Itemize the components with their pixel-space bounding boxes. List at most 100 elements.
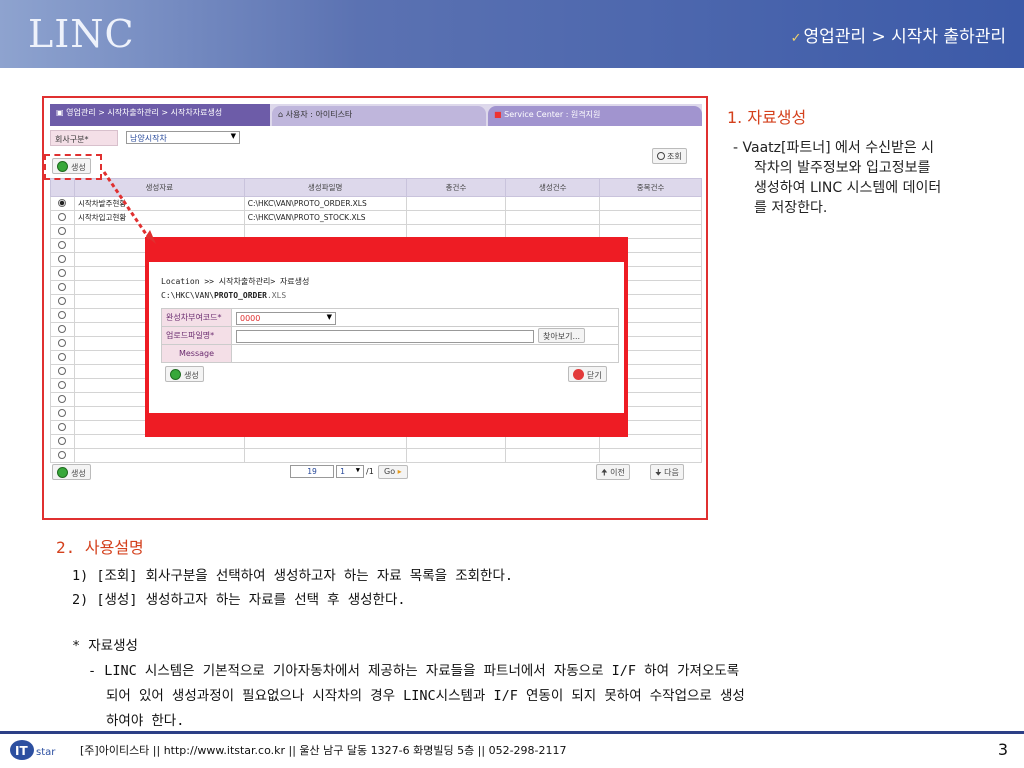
search-button[interactable]: 조회 [652, 148, 687, 164]
note-line: - Vaatz[파트너] 에서 수신받은 시 [733, 140, 935, 156]
tab-service-label: Service Center : 원격지원 [504, 110, 601, 119]
row-radio[interactable] [58, 310, 67, 319]
svg-text:star: star [36, 747, 56, 758]
tab-menu-path[interactable]: ▣ 영업관리 > 시작차출하관리 > 시작차자료생성 [50, 104, 270, 126]
cell-file: C:\HKC\VAN\PROTO_STOCK.XLS [243, 210, 407, 225]
column-header: 생성건수 [505, 178, 601, 197]
row-radio[interactable] [58, 268, 67, 277]
chevron-down-icon: ▼ [230, 132, 236, 140]
note-title: 1. 자료생성 [727, 108, 807, 127]
company-select-value: 남양시작차 [130, 134, 167, 143]
row-radio[interactable] [58, 212, 67, 221]
form-row: Message [161, 344, 619, 363]
generate-button-bottom[interactable]: 생성 [52, 464, 91, 480]
row-radio[interactable] [58, 380, 67, 389]
house-icon: ⌂ [278, 110, 286, 119]
next-button[interactable]: 🠋 다음 [650, 464, 684, 480]
popup-close-button[interactable]: 닫기 [568, 366, 607, 382]
upload-cell: 찾아보기... [231, 326, 619, 345]
code-value: 0000 [240, 314, 261, 323]
popup-generate-label: 생성 [184, 371, 199, 380]
slide-title: ✓ 영업관리 > 시작차 출하관리 [791, 22, 1006, 47]
page-select[interactable]: 1 ▼ [336, 465, 364, 478]
itstar-logo: IT star [8, 738, 70, 762]
arrow-right-icon: ▸ [395, 467, 402, 476]
upload-label: 업로드파일명* [161, 326, 232, 345]
usage-star-title: * 자료생성 [72, 638, 138, 654]
usage-title: 2. 사용설명 [56, 538, 144, 557]
linc-logo: LINC [28, 12, 135, 56]
row-radio[interactable] [58, 436, 67, 445]
row-radio[interactable] [58, 282, 67, 291]
check-icon: ✓ [790, 31, 802, 46]
footer-line [0, 731, 1024, 734]
row-radio[interactable] [58, 324, 67, 333]
folder-icon: ▣ [56, 108, 67, 117]
close-icon [573, 369, 584, 380]
message-label: Message [161, 344, 232, 363]
cell-data: 시작차발주현황 [73, 196, 245, 211]
popup-path: C:\HKC\VAN\PROTO_ORDER.XLS [161, 291, 286, 300]
note-line: 작차의 발주정보와 입고정보를 [754, 160, 931, 176]
generate-icon [57, 467, 68, 478]
usage-line: 1) [조회] 회사구분을 선택하여 생성하고자 하는 자료 목록을 조회한다. [72, 568, 513, 584]
page-number: 3 [997, 740, 1008, 759]
usage-desc: 되어 있어 생성과정이 필요없으나 시작차의 경우 LINC시스템과 I/F 연… [106, 688, 745, 704]
generate-icon [170, 369, 181, 380]
chevron-down-icon: ▼ [355, 466, 360, 474]
page-total: /1 [366, 467, 374, 476]
column-header: 생성파일명 [243, 178, 407, 197]
row-radio[interactable] [58, 366, 67, 375]
path-prefix: C:\HKC\VAN\ [161, 291, 214, 300]
row-radio[interactable] [58, 254, 67, 263]
path-ext: .XLS [266, 291, 287, 300]
page-select-value: 1 [340, 467, 345, 476]
code-label: 완성차부여코드* [161, 308, 232, 327]
tab-service-center[interactable]: ■ Service Center : 원격지원 [488, 106, 702, 126]
slide-title-text: 영업관리 > 시작차 출하관리 [803, 27, 1007, 47]
row-radio[interactable] [58, 422, 67, 431]
page-number-input[interactable]: 19 [290, 465, 334, 478]
row-radio[interactable] [58, 338, 67, 347]
search-label: 조회 [667, 152, 682, 161]
table-row[interactable]: 시작차입고현황 C:\HKC\VAN\PROTO_STOCK.XLS [50, 210, 702, 225]
usage-desc: - LINC 시스템은 기본적으로 기아자동차에서 제공하는 자료들을 파트너에… [88, 663, 740, 679]
tab-user-label: 사용자 : 아이티스타 [285, 110, 353, 119]
code-select[interactable]: 0000 ▼ [236, 312, 336, 325]
upload-file-input[interactable] [236, 330, 534, 343]
row-radio[interactable] [58, 394, 67, 403]
tab-user[interactable]: ⌂ 사용자 : 아이티스타 [272, 106, 486, 126]
svg-text:IT: IT [15, 744, 28, 758]
footer-text: [주]아이티스타 || http://www.itstar.co.kr || 울… [80, 744, 567, 757]
go-button[interactable]: Go ▸ [378, 465, 408, 479]
company-label: 회사구분* [50, 130, 118, 146]
company-select[interactable]: 남양시작차 ▼ [126, 131, 240, 144]
popup-form: 완성차부여코드* 0000 ▼ 업로드파일명* 찾아보기... Message [161, 308, 619, 363]
note-line: 생성하여 LINC 시스템에 데이터 [754, 180, 942, 196]
table-row[interactable]: 시작차발주현황 C:\HKC\VAN\PROTO_ORDER.XLS [50, 196, 702, 211]
tab-menu-label: 영업관리 > 시작차출하관리 > 시작차자료생성 [66, 108, 223, 117]
row-radio[interactable] [58, 198, 67, 207]
row-radio[interactable] [58, 226, 67, 235]
row-radio[interactable] [58, 296, 67, 305]
note-body: - Vaatz[파트너] 에서 수신받은 시 작차의 발주정보와 입고정보를 생… [733, 138, 1003, 218]
row-radio[interactable] [58, 240, 67, 249]
cell-file: C:\HKC\VAN\PROTO_ORDER.XLS [243, 196, 407, 211]
browse-button[interactable]: 찾아보기... [538, 328, 586, 343]
itstar-logo-image: IT star [10, 740, 56, 760]
row-radio[interactable] [58, 450, 67, 459]
row-radio[interactable] [58, 352, 67, 361]
column-header: 생성자료 [73, 178, 245, 197]
code-cell: 0000 ▼ [231, 308, 619, 327]
generate-label: 생성 [71, 469, 86, 478]
row-radio[interactable] [58, 408, 67, 417]
arrow-up-icon: 🠉 [601, 468, 611, 477]
popup-generate-button[interactable]: 생성 [165, 366, 204, 382]
prev-button[interactable]: 🠉 이전 [596, 464, 630, 480]
next-label: 다음 [664, 468, 679, 477]
form-row: 업로드파일명* 찾아보기... [161, 326, 619, 345]
radio-column-header [50, 178, 75, 197]
table-row-empty[interactable] [50, 448, 702, 463]
popup-close-label: 닫기 [587, 371, 602, 380]
go-label: Go [384, 467, 396, 476]
